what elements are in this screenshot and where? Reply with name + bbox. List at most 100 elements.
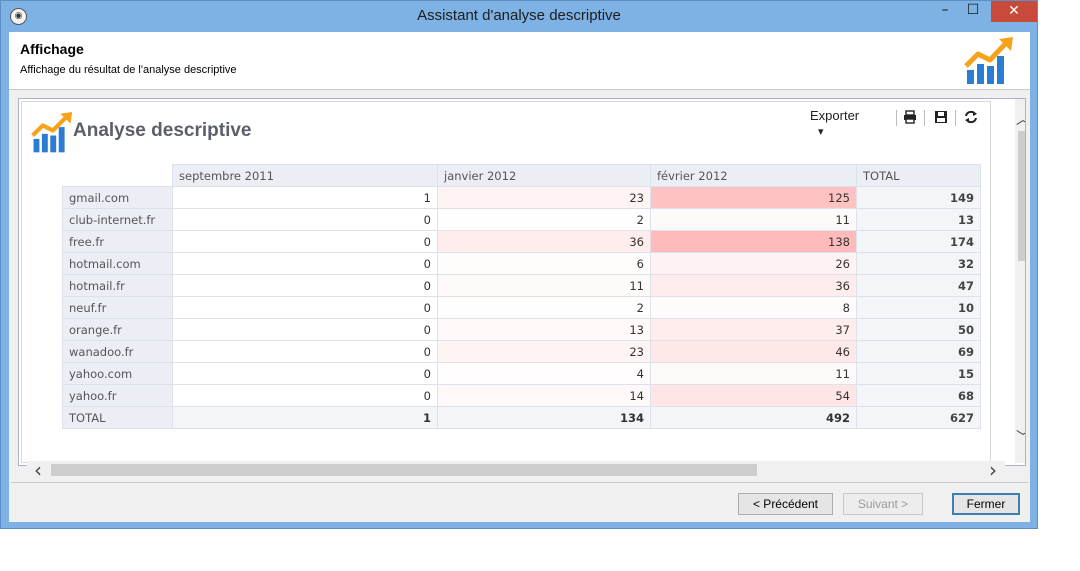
table-cell: 2 — [437, 208, 651, 231]
print-icon[interactable] — [903, 110, 917, 124]
total-cell: 149 — [856, 186, 981, 209]
table-cell: 0 — [172, 274, 438, 297]
previous-button[interactable]: < Précédent — [738, 493, 833, 515]
chart-growth-icon — [31, 112, 73, 153]
row-label: wanadoo.fr — [62, 340, 173, 363]
table-row: yahoo.com 0 4 11 15 — [62, 362, 981, 385]
horizontal-scroll-thumb[interactable] — [51, 464, 757, 476]
row-label: free.fr — [62, 230, 173, 253]
table-cell: 0 — [172, 208, 438, 231]
table-row: orange.fr 0 13 37 50 — [62, 318, 981, 341]
page-title: Affichage — [20, 41, 84, 57]
report-title: Analyse descriptive — [73, 120, 252, 141]
scroll-right-icon[interactable]: › — [984, 460, 1002, 480]
table-row: hotmail.fr 0 11 36 47 — [62, 274, 981, 297]
total-cell: 15 — [856, 362, 981, 385]
close-button[interactable]: Fermer — [952, 493, 1020, 515]
row-label: hotmail.com — [62, 252, 173, 275]
table-cell: 46 — [650, 340, 857, 363]
report-panel: Analyse descriptive Exporter ▾ septembre… — [21, 101, 991, 463]
table-cell: 36 — [437, 230, 651, 253]
maximize-button[interactable]: ☐ — [959, 1, 987, 22]
scroll-left-icon[interactable]: ‹ — [29, 460, 47, 480]
total-cell: 47 — [856, 274, 981, 297]
table-cell: 0 — [172, 340, 438, 363]
table-cell: 138 — [650, 230, 857, 253]
table-cell: 1 — [172, 406, 438, 429]
table-cell: 1 — [172, 186, 438, 209]
total-cell: 69 — [856, 340, 981, 363]
scroll-down-icon[interactable]: ﹀ — [1015, 427, 1025, 447]
row-label: orange.fr — [62, 318, 173, 341]
table-cell: 54 — [650, 384, 857, 407]
table-header-row: septembre 2011 janvier 2012 février 2012 TO… — [62, 164, 981, 187]
table-cell: 23 — [437, 186, 651, 209]
horizontal-scrollbar[interactable]: ‹ › — [27, 460, 1005, 480]
table-cell: 0 — [172, 318, 438, 341]
page-subtitle: Affichage du résultat de l'analyse descr… — [20, 64, 237, 76]
export-button[interactable]: Exporter ▾ — [810, 108, 859, 138]
minimize-button[interactable]: – — [931, 1, 959, 22]
chart-growth-icon — [964, 37, 1013, 84]
wizard-header: Affichage Affichage du résultat de l'ana… — [9, 32, 1030, 90]
table-corner — [62, 164, 173, 187]
column-header: TOTAL — [856, 164, 981, 187]
total-cell: 50 — [856, 318, 981, 341]
table-row: neuf.fr 0 2 8 10 — [62, 296, 981, 319]
table-cell: 4 — [437, 362, 651, 385]
toolbar-divider — [896, 110, 897, 126]
title-bar[interactable]: ◉ Assistant d'analyse descriptive – ☐ ✕ — [1, 1, 1037, 32]
row-label: TOTAL — [62, 406, 173, 429]
table-cell: 2 — [437, 296, 651, 319]
wizard-window: ◉ Assistant d'analyse descriptive – ☐ ✕ … — [0, 0, 1038, 529]
table-cell: 23 — [437, 340, 651, 363]
table-cell: 13 — [437, 318, 651, 341]
table-row: free.fr 0 36 138 174 — [62, 230, 981, 253]
table-cell: 0 — [172, 384, 438, 407]
row-label: hotmail.fr — [62, 274, 173, 297]
row-label: gmail.com — [62, 186, 173, 209]
table-row: wanadoo.fr 0 23 46 69 — [62, 340, 981, 363]
report-viewport[interactable]: Analyse descriptive Exporter ▾ septembre… — [18, 98, 1026, 466]
row-label: neuf.fr — [62, 296, 173, 319]
column-header: septembre 2011 — [172, 164, 438, 187]
table-cell: 8 — [650, 296, 857, 319]
total-cell: 68 — [856, 384, 981, 407]
export-label: Exporter — [810, 108, 860, 123]
total-row: TOTAL 1 134 492 627 — [62, 406, 981, 429]
toolbar-divider — [955, 110, 956, 126]
table-cell: 14 — [437, 384, 651, 407]
vertical-scrollbar[interactable]: ︿ ﹀ — [1015, 99, 1025, 463]
table-cell: 11 — [437, 274, 651, 297]
next-button[interactable]: Suivant > — [843, 493, 923, 515]
table-row: hotmail.com 0 6 26 32 — [62, 252, 981, 275]
table-cell: 0 — [172, 296, 438, 319]
footer-divider — [11, 482, 1028, 483]
chevron-down-icon[interactable]: ▾ — [818, 126, 824, 138]
refresh-icon[interactable] — [964, 110, 978, 124]
table-cell: 37 — [650, 318, 857, 341]
table-cell: 492 — [650, 406, 857, 429]
pivot-table: septembre 2011 janvier 2012 février 2012 TO… — [62, 164, 981, 429]
table-row: yahoo.fr 0 14 54 68 — [62, 384, 981, 407]
table-row: club-internet.fr 0 2 11 13 — [62, 208, 981, 231]
table-cell: 6 — [437, 252, 651, 275]
total-cell: 10 — [856, 296, 981, 319]
toolbar-divider — [924, 110, 925, 126]
table-cell: 11 — [650, 208, 857, 231]
total-cell: 627 — [856, 406, 981, 429]
total-cell: 13 — [856, 208, 981, 231]
vertical-scroll-thumb[interactable] — [1018, 131, 1025, 261]
table-cell: 134 — [437, 406, 651, 429]
save-icon[interactable] — [934, 110, 948, 124]
column-header: février 2012 — [650, 164, 857, 187]
total-cell: 32 — [856, 252, 981, 275]
table-cell: 0 — [172, 252, 438, 275]
table-row: gmail.com 1 23 125 149 — [62, 186, 981, 209]
scroll-up-icon[interactable]: ︿ — [1015, 109, 1025, 129]
table-cell: 11 — [650, 362, 857, 385]
close-window-button[interactable]: ✕ — [991, 1, 1037, 22]
table-cell: 0 — [172, 230, 438, 253]
table-cell: 36 — [650, 274, 857, 297]
table-cell: 26 — [650, 252, 857, 275]
